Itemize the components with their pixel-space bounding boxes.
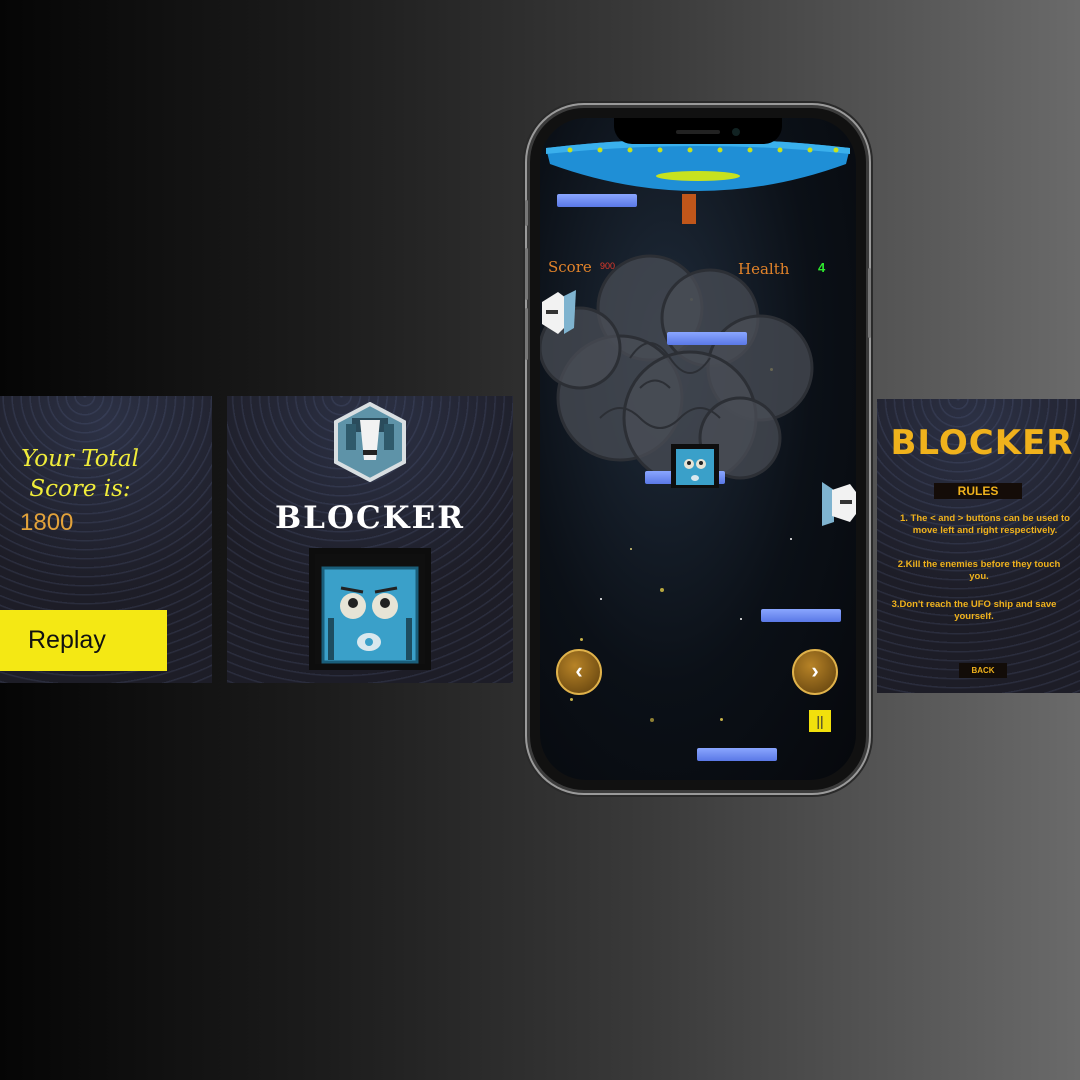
- rule-2: 2.Kill the enemies before they touch you…: [897, 559, 1061, 582]
- move-right-button[interactable]: ›: [792, 649, 838, 695]
- score-title: Your Total Score is:: [21, 446, 139, 502]
- health-value: 4: [818, 260, 826, 275]
- rules-screen: BLOCKER RULES 1. The < and > buttons can…: [877, 399, 1080, 693]
- rule-1: 1. The < and > buttons can be used to mo…: [900, 513, 1070, 536]
- game-screen: Score 900 Health 4 ‹ › ||: [540, 118, 856, 780]
- rule-3: 3.Don't reach the UFO ship and save your…: [891, 599, 1057, 622]
- phone-speaker: [676, 130, 720, 134]
- player-blocker: [671, 444, 719, 488]
- title-screen: BLOCKER: [227, 396, 513, 683]
- move-left-button[interactable]: ‹: [556, 649, 602, 695]
- score-value: 900: [600, 261, 616, 271]
- phone-volume-up: [525, 248, 528, 300]
- enemy-ship-left: [542, 290, 576, 334]
- phone-mute-switch: [525, 200, 528, 226]
- total-score-value: 1800: [20, 509, 74, 536]
- rules-heading: RULES: [934, 483, 1022, 499]
- shield-logo-icon: [334, 402, 406, 482]
- blocker-character: [309, 548, 431, 670]
- health-label: Health: [738, 260, 790, 278]
- pause-button[interactable]: ||: [809, 710, 831, 732]
- platform: [761, 609, 841, 622]
- phone-notch: [614, 118, 782, 144]
- platform: [667, 332, 747, 345]
- replay-button[interactable]: Replay: [0, 610, 167, 671]
- rules-game-title: BLOCKER: [890, 423, 1074, 463]
- game-title: BLOCKER: [274, 500, 465, 536]
- score-label: Score: [548, 258, 592, 276]
- platform: [697, 748, 777, 761]
- back-button[interactable]: BACK: [959, 663, 1007, 678]
- phone-camera: [732, 128, 740, 136]
- score-screen: Your Total Score is: 1800 Replay: [0, 396, 212, 683]
- phone-power-button: [868, 268, 871, 338]
- ufo-ship: [546, 139, 850, 224]
- phone-volume-down: [525, 308, 528, 360]
- phone-frame: Score 900 Health 4 ‹ › ||: [525, 108, 871, 790]
- enemy-ship-right: [822, 482, 856, 526]
